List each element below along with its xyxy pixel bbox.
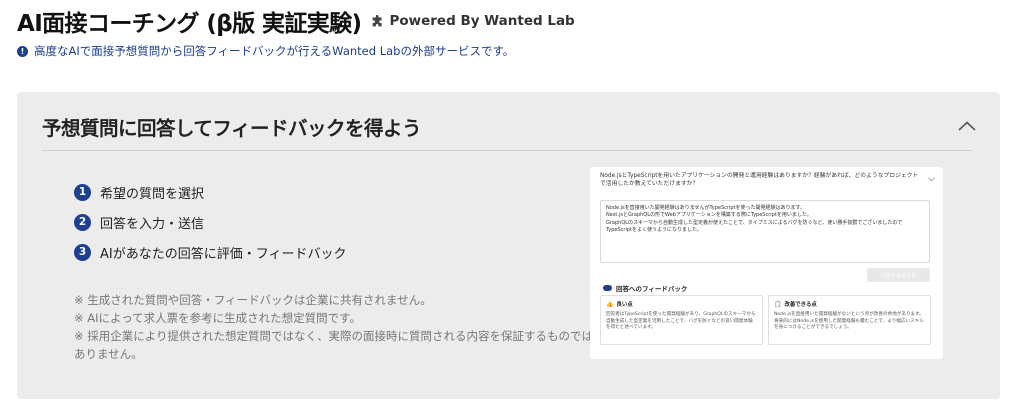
puzzle-icon [373, 14, 383, 26]
step-number-badge: 3 [74, 243, 91, 261]
step-label: 回答を入力・送信 [100, 216, 205, 232]
collapse-button[interactable] [956, 116, 978, 136]
feedback-icon [603, 285, 612, 291]
page-title: AI面接コーチング (β版 実証実験) [17, 11, 362, 37]
powered-by-label: Powered By Wanted Lab [389, 13, 575, 29]
preview-good-points: 👍 良い点 回答者はTypeScriptを使った開発経験があり、GraphQLの… [600, 295, 763, 345]
preview-improvement-points-body: Node.jsを直接用いた開発経験がないという点が改善の余地があります。将来的に… [774, 312, 924, 331]
service-notice-text: 高度なAIで面接予想質問から回答フィードバックが行えるWanted Labの外部… [34, 44, 515, 58]
disclaimer-note: ※ 生成された質問や回答・フィードバックは企業に共有されません。 [74, 293, 432, 307]
step-label: AIがあなたの回答に評価・フィードバック [100, 246, 347, 262]
clipboard-icon: 📋 [774, 300, 782, 308]
preview-feedback-title: 回答へのフィードバック [603, 283, 687, 293]
page-header: AI面接コーチング (β版 実証実験) Powered By Wanted La… [17, 4, 575, 38]
preview-improvement-points: 📋 改善できる点 Node.jsを直接用いた開発経験がないという点が改善の余地が… [768, 295, 931, 345]
preview-improvement-points-header: 📋 改善できる点 [774, 300, 925, 309]
chevron-up-icon [958, 121, 976, 131]
feature-preview: Node.jsとTypeScriptを用いたアプリケーションの開発と運用経験はあ… [590, 167, 943, 359]
step-label: 希望の質問を選択 [100, 186, 205, 202]
disclaimer-notes: ※ 生成された質問や回答・フィードバックは企業に共有されません。 ※ AIによっ… [74, 291, 594, 363]
info-icon: ! [17, 45, 28, 57]
powered-by: Powered By Wanted Lab [371, 13, 575, 29]
preview-good-points-title: 良い点 [616, 302, 633, 308]
preview-answer-box: Node.jsを直接用いた開発経験はありませんがTypeScriptを使った開発… [600, 200, 930, 263]
preview-answer-line: TypeScriptをよく使うようになりました。 [606, 227, 702, 234]
how-to-card: 予想質問に回答してフィードバックを得よう 1 希望の質問を選択 2 回答を入力・… [17, 92, 1000, 399]
card-divider [42, 150, 972, 151]
card-title: 予想質問に回答してフィードバックを得よう [42, 117, 422, 140]
thumbs-up-icon: 👍 [606, 300, 614, 308]
step-item: 1 希望の質問を選択 [74, 177, 346, 207]
step-number-badge: 2 [74, 213, 91, 231]
step-item: 3 AIがあなたの回答に評価・フィードバック [74, 237, 346, 267]
disclaimer-note: ※ 採用企業により提供された想定質問ではなく、実際の面接時に質問される内容を保証… [74, 329, 594, 361]
disclaimer-note: ※ AIによって求人票を参考に生成された想定質問です。 [74, 311, 361, 325]
preview-submit-button: 回答を送信する [867, 268, 930, 282]
preview-good-points-header: 👍 良い点 [606, 300, 757, 309]
preview-improvement-points-title: 改善できる点 [784, 302, 817, 308]
chevron-down-icon [928, 177, 935, 182]
steps-list: 1 希望の質問を選択 2 回答を入力・送信 3 AIがあなたの回答に評価・フィー… [74, 177, 346, 267]
preview-good-points-body: 回答者はTypeScriptを使った開発経験があり、GraphQLのスキーマから… [606, 312, 756, 331]
preview-question: Node.jsとTypeScriptを用いたアプリケーションの開発と運用経験はあ… [600, 173, 919, 187]
step-item: 2 回答を入力・送信 [74, 207, 346, 237]
preview-answer-line: Nest.jsとGraphQLの形でWebアプリケーションを構築する際にType… [606, 212, 812, 219]
service-notice: ! 高度なAIで面接予想質問から回答フィードバックが行えるWanted Labの… [17, 43, 514, 59]
preview-feedback-title-text: 回答へのフィードバック [616, 285, 688, 293]
step-number-badge: 1 [74, 183, 91, 201]
